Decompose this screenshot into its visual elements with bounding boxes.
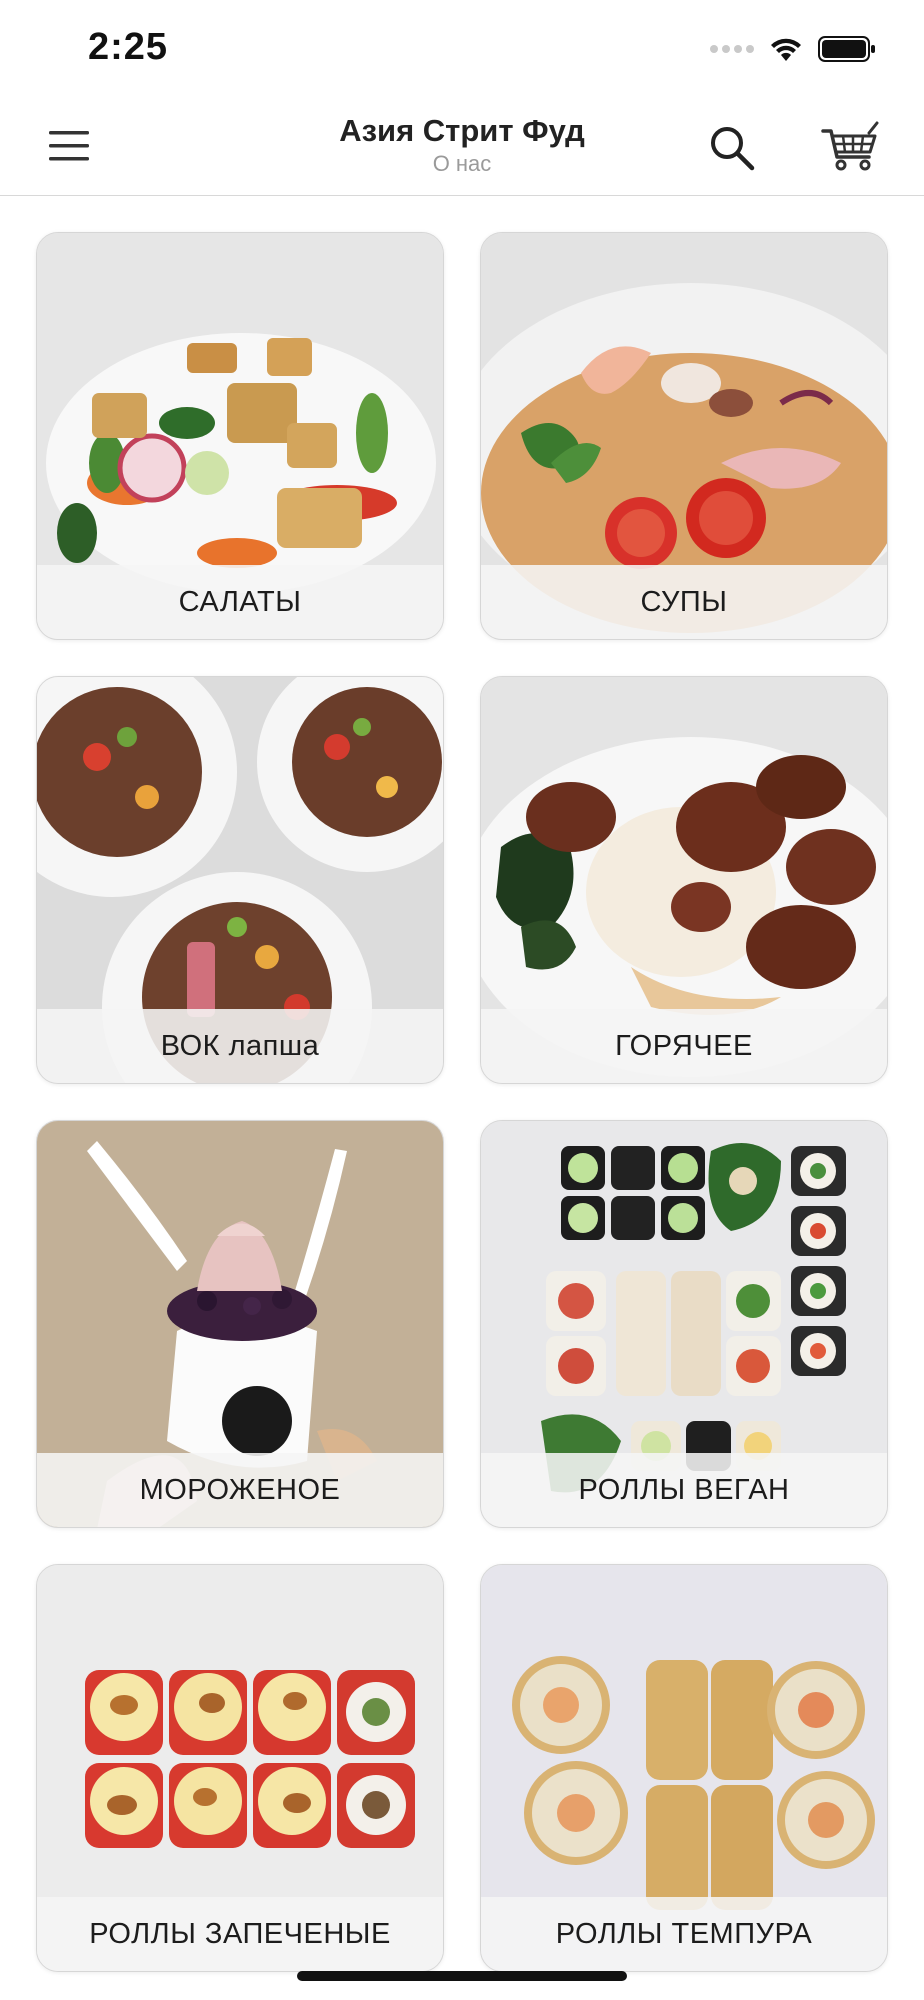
category-grid: САЛАТЫ СУПЫ ВОК лапша ГОРЯЧЕЕ МОРОЖЕНОЕ … bbox=[36, 232, 888, 1972]
category-label: СУПЫ bbox=[481, 565, 887, 639]
category-label: РОЛЛЫ ТЕМПУРА bbox=[481, 1897, 887, 1971]
navigation-header: Азия Стрит Фуд О нас bbox=[0, 96, 924, 196]
category-card-salads[interactable]: САЛАТЫ bbox=[36, 232, 444, 640]
wifi-icon bbox=[771, 38, 801, 61]
category-card-ice-cream[interactable]: МОРОЖЕНОЕ bbox=[36, 1120, 444, 1528]
category-label: САЛАТЫ bbox=[37, 565, 443, 639]
category-card-baked-rolls[interactable]: РОЛЛЫ ЗАПЕЧЕНЫЕ bbox=[36, 1564, 444, 1972]
status-icons bbox=[710, 34, 876, 64]
header-title-group: Азия Стрит Фуд О нас bbox=[262, 112, 662, 178]
category-card-tempura-rolls[interactable]: РОЛЛЫ ТЕМПУРА bbox=[480, 1564, 888, 1972]
category-label: РОЛЛЫ ВЕГАН bbox=[481, 1453, 887, 1527]
search-icon bbox=[711, 127, 755, 171]
cart-icon bbox=[821, 121, 879, 171]
home-indicator[interactable] bbox=[297, 1971, 627, 1981]
category-label: МОРОЖЕНОЕ bbox=[37, 1453, 443, 1527]
battery-icon bbox=[818, 36, 875, 62]
category-label: ВОК лапша bbox=[37, 1009, 443, 1083]
category-label: РОЛЛЫ ЗАПЕЧЕНЫЕ bbox=[37, 1897, 443, 1971]
signal-icon bbox=[710, 45, 754, 53]
status-bar: 2:25 bbox=[0, 0, 924, 96]
about-link[interactable]: О нас bbox=[262, 150, 662, 178]
category-card-hot-dishes[interactable]: ГОРЯЧЕЕ bbox=[480, 676, 888, 1084]
cart-button[interactable] bbox=[818, 118, 882, 176]
menu-button[interactable] bbox=[44, 124, 94, 168]
search-button[interactable] bbox=[704, 122, 760, 174]
status-time: 2:25 bbox=[88, 26, 169, 68]
menu-icon bbox=[49, 131, 89, 161]
category-label: ГОРЯЧЕЕ bbox=[481, 1009, 887, 1083]
category-card-soups[interactable]: СУПЫ bbox=[480, 232, 888, 640]
category-card-vegan-rolls[interactable]: РОЛЛЫ ВЕГАН bbox=[480, 1120, 888, 1528]
category-card-wok-noodles[interactable]: ВОК лапша bbox=[36, 676, 444, 1084]
page-title: Азия Стрит Фуд bbox=[339, 113, 585, 148]
